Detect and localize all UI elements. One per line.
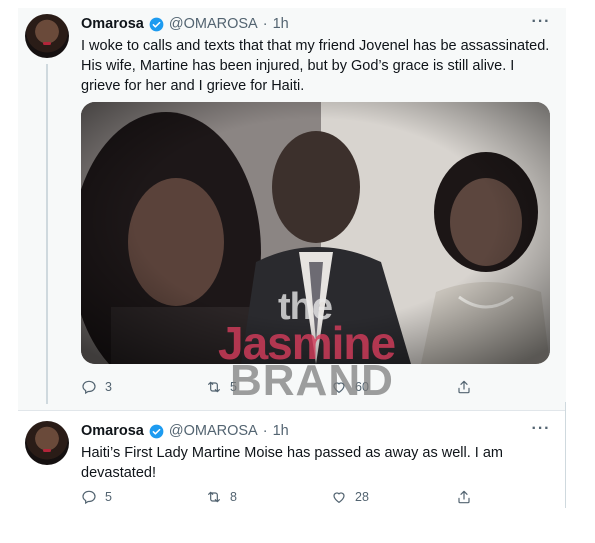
retweet-count: 5	[230, 380, 237, 394]
author-handle[interactable]: @OMAROSA	[169, 16, 258, 32]
retweet-button[interactable]: 8	[206, 489, 331, 505]
column-divider	[565, 402, 566, 508]
reply-icon	[82, 380, 96, 395]
retweet-button[interactable]: 5	[206, 379, 331, 395]
avatar[interactable]	[25, 421, 69, 465]
reply-button[interactable]: 3	[81, 379, 206, 395]
avatar[interactable]	[25, 14, 69, 58]
tweet-2[interactable]: Omarosa @OMAROSA · 1h ··· Haiti’s First …	[18, 410, 566, 509]
retweet-count: 8	[230, 490, 237, 504]
share-button[interactable]	[456, 379, 486, 395]
tweet-timestamp[interactable]: 1h	[273, 423, 289, 439]
tweet-timestamp[interactable]: 1h	[273, 16, 289, 32]
more-icon[interactable]: ···	[529, 421, 553, 443]
like-icon	[333, 492, 345, 503]
tweet-header: Omarosa @OMAROSA · 1h	[81, 421, 289, 441]
header-separator: ·	[262, 16, 268, 32]
like-count: 60	[355, 380, 369, 394]
tweet-text: Haiti’s First Lady Martine Moise has pas…	[81, 445, 504, 481]
header-separator: ·	[262, 423, 268, 439]
share-icon	[458, 490, 470, 504]
verified-badge-icon	[149, 424, 164, 438]
more-icon[interactable]: ···	[529, 14, 553, 36]
retweet-icon	[208, 381, 220, 393]
tweet-feed: Omarosa @OMAROSA · 1h ··· I woke to call…	[18, 8, 566, 509]
tweet-text: I woke to calls and texts that that my f…	[81, 38, 550, 94]
author-handle[interactable]: @OMAROSA	[169, 423, 258, 439]
tweet-header: Omarosa @OMAROSA · 1h	[81, 14, 289, 34]
share-button[interactable]	[456, 489, 486, 505]
photo-image	[81, 102, 550, 364]
author-name[interactable]: Omarosa	[81, 16, 144, 32]
thread-connector-line	[46, 64, 48, 404]
reply-count: 3	[105, 380, 112, 394]
author-name[interactable]: Omarosa	[81, 423, 144, 439]
verified-badge-icon	[149, 17, 164, 31]
like-button[interactable]: 28	[331, 489, 456, 505]
tweet-actions: 5 8 28	[81, 486, 551, 508]
like-icon	[333, 382, 345, 393]
reply-button[interactable]: 5	[81, 489, 206, 505]
reply-count: 5	[105, 490, 112, 504]
tweet-actions: 3 5 60	[81, 376, 551, 398]
tweet-photo[interactable]	[81, 102, 550, 364]
like-button[interactable]: 60	[331, 379, 456, 395]
reply-icon	[82, 490, 96, 505]
share-icon	[458, 380, 470, 394]
like-count: 28	[355, 490, 369, 504]
retweet-icon	[208, 491, 220, 503]
tweet-1[interactable]: Omarosa @OMAROSA · 1h ··· I woke to call…	[18, 8, 566, 410]
